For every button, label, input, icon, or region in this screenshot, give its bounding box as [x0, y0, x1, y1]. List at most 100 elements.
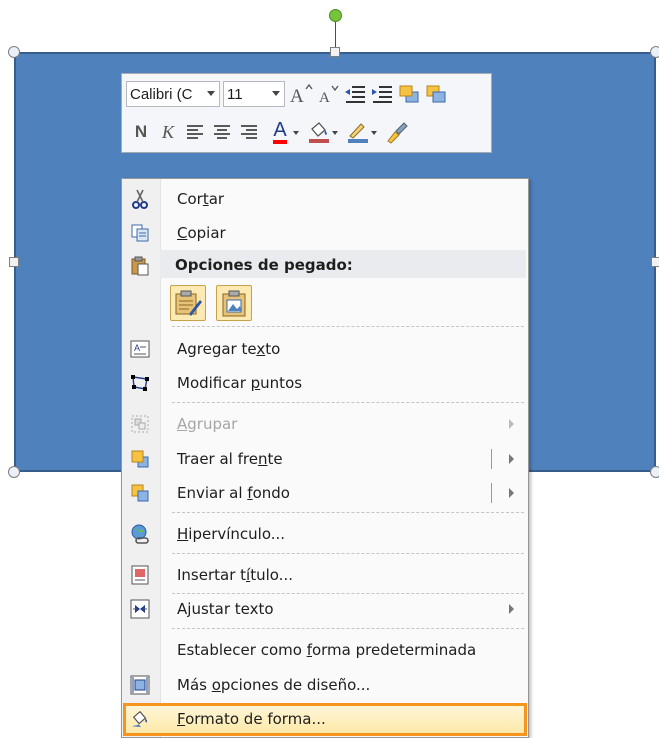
menu-item-send-to-back[interactable]: Enviar al fondo	[124, 477, 526, 509]
grow-font-icon: A	[290, 83, 313, 105]
chevron-right-icon	[509, 419, 514, 429]
align-center-button[interactable]	[209, 119, 235, 145]
mini-toolbar-row-2: N K A	[126, 119, 411, 145]
grow-font-button[interactable]: A	[288, 81, 314, 107]
format-shape-icon	[130, 709, 150, 729]
chevron-right-icon	[509, 604, 514, 614]
menu-separator	[172, 326, 524, 327]
paste-options-header: Opciones de pegado:	[160, 250, 526, 278]
group-icon	[130, 414, 150, 434]
copy-icon	[130, 223, 150, 243]
align-right-button[interactable]	[236, 119, 262, 145]
resize-handle-top-left[interactable]	[8, 46, 20, 58]
rotation-connector	[335, 22, 336, 48]
menu-item-label: Formato de forma...	[177, 710, 326, 728]
decrease-indent-icon	[345, 86, 365, 103]
resize-handle-middle-left[interactable]	[9, 257, 19, 267]
chevron-down-icon	[207, 91, 215, 96]
menu-item-label: Modificar puntos	[177, 374, 303, 392]
decrease-indent-button[interactable]	[342, 81, 368, 107]
menu-item-hyperlink[interactable]: Hipervínculo...	[124, 518, 526, 550]
paste-keep-formatting-button[interactable]	[170, 285, 206, 321]
bold-button[interactable]: N	[128, 119, 154, 145]
menu-item-format-shape[interactable]: Formato de forma...	[124, 703, 526, 735]
svg-text:A: A	[134, 343, 140, 353]
paste-picture-icon	[222, 290, 246, 317]
paste-options-label: Opciones de pegado:	[175, 256, 353, 274]
menu-item-label: Establecer como forma predeterminada	[177, 641, 477, 659]
align-left-button[interactable]	[182, 119, 208, 145]
menu-item-bring-to-front[interactable]: Traer al frente	[124, 443, 526, 475]
context-menu: Cortar Copiar Opciones de pegado: A Agre…	[121, 178, 529, 738]
menu-item-add-text[interactable]: A Agregar texto	[124, 333, 526, 365]
resize-handle-middle-right[interactable]	[651, 257, 659, 267]
menu-item-cut[interactable]: Cortar	[124, 183, 526, 215]
menu-separator	[172, 402, 524, 403]
chevron-right-icon[interactable]	[509, 454, 514, 464]
bring-forward-button[interactable]	[396, 81, 422, 107]
font-name-value: Calibri (C	[130, 85, 193, 103]
menu-item-label: Ajustar texto	[177, 600, 274, 618]
resize-handle-top-center[interactable]	[330, 47, 340, 57]
chevron-right-icon[interactable]	[509, 488, 514, 498]
font-size-combo[interactable]: 11	[223, 81, 285, 107]
bring-to-front-icon	[130, 449, 150, 469]
resize-handle-bottom-left[interactable]	[8, 466, 20, 478]
menu-item-set-default-shape[interactable]: Establecer como forma predeterminada	[124, 634, 526, 666]
font-size-value: 11	[227, 85, 243, 103]
align-center-icon	[214, 125, 230, 139]
font-color-icon: A	[273, 120, 287, 144]
align-right-icon	[241, 125, 257, 139]
shrink-font-icon: A	[319, 85, 339, 105]
menu-item-label: Insertar título...	[177, 566, 293, 584]
italic-button[interactable]: K	[155, 119, 181, 145]
hyperlink-icon	[130, 524, 150, 544]
line-color-icon	[348, 123, 368, 143]
mini-toolbar: Calibri (C 11 A A N K A	[121, 73, 492, 153]
menu-item-label: Copiar	[177, 224, 226, 242]
menu-item-copy[interactable]: Copiar	[124, 217, 526, 249]
format-painter-button[interactable]	[384, 119, 410, 145]
menu-item-edit-points[interactable]: Modificar puntos	[124, 367, 526, 399]
bold-icon: N	[134, 122, 148, 141]
resize-handle-bottom-right[interactable]	[650, 466, 659, 478]
paste-keep-formatting-icon	[175, 290, 202, 316]
menu-item-label: Hipervínculo...	[177, 525, 286, 543]
chevron-down-icon	[371, 131, 377, 135]
chevron-down-icon	[272, 91, 280, 96]
line-color-button[interactable]	[345, 119, 377, 145]
menu-item-insert-caption[interactable]: Insertar título...	[124, 559, 526, 591]
insert-caption-icon	[130, 565, 150, 585]
chevron-down-icon	[332, 131, 338, 135]
paste-picture-button[interactable]	[216, 285, 252, 321]
menu-item-label: Agregar texto	[177, 340, 281, 358]
svg-text:A: A	[290, 86, 304, 105]
menu-item-more-layout-options[interactable]: Más opciones de diseño...	[124, 669, 526, 701]
rotation-handle[interactable]	[329, 9, 342, 22]
menu-item-wrap-text[interactable]: Ajustar texto	[124, 593, 526, 625]
chevron-down-icon	[293, 131, 299, 135]
increase-indent-button[interactable]	[369, 81, 395, 107]
layout-options-icon	[130, 675, 150, 695]
menu-item-label: Agrupar	[177, 415, 238, 433]
menu-item-label: Más opciones de diseño...	[177, 676, 371, 694]
send-backward-icon	[426, 85, 446, 103]
menu-separator	[172, 512, 524, 513]
font-color-button[interactable]: A	[267, 119, 299, 145]
mini-toolbar-row-1: Calibri (C 11 A A	[126, 81, 450, 107]
send-backward-button[interactable]	[423, 81, 449, 107]
text-box-icon: A	[130, 339, 150, 359]
menu-separator	[172, 553, 524, 554]
menu-item-label: Enviar al fondo	[177, 484, 290, 502]
shrink-font-button[interactable]: A	[315, 81, 341, 107]
menu-separator	[172, 628, 524, 629]
bring-forward-icon	[399, 85, 419, 103]
send-to-back-icon	[130, 483, 150, 503]
paste-icon	[130, 256, 150, 276]
font-name-combo[interactable]: Calibri (C	[126, 81, 220, 107]
scissors-icon	[130, 189, 150, 209]
format-painter-icon	[387, 122, 408, 144]
resize-handle-top-right[interactable]	[650, 46, 659, 58]
fill-color-button[interactable]	[306, 119, 338, 145]
align-left-icon	[187, 125, 203, 139]
